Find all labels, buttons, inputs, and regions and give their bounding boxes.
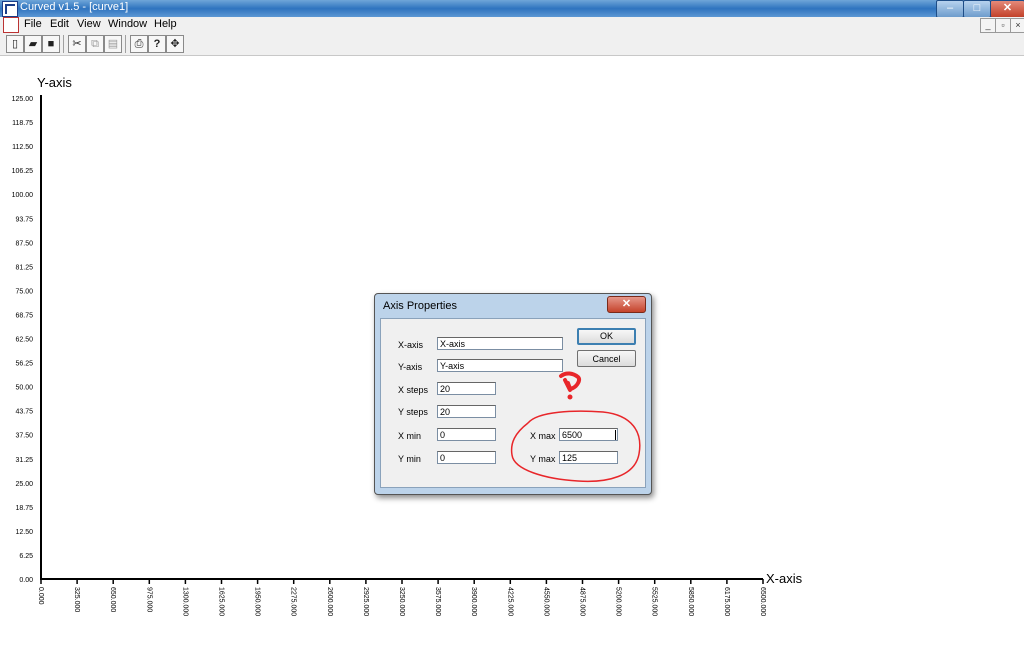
red-circle-highlight (510, 410, 641, 483)
red-scribble-mark (559, 371, 582, 392)
red-annotation-overlay (510, 371, 641, 483)
red-dot-mark (567, 394, 573, 400)
